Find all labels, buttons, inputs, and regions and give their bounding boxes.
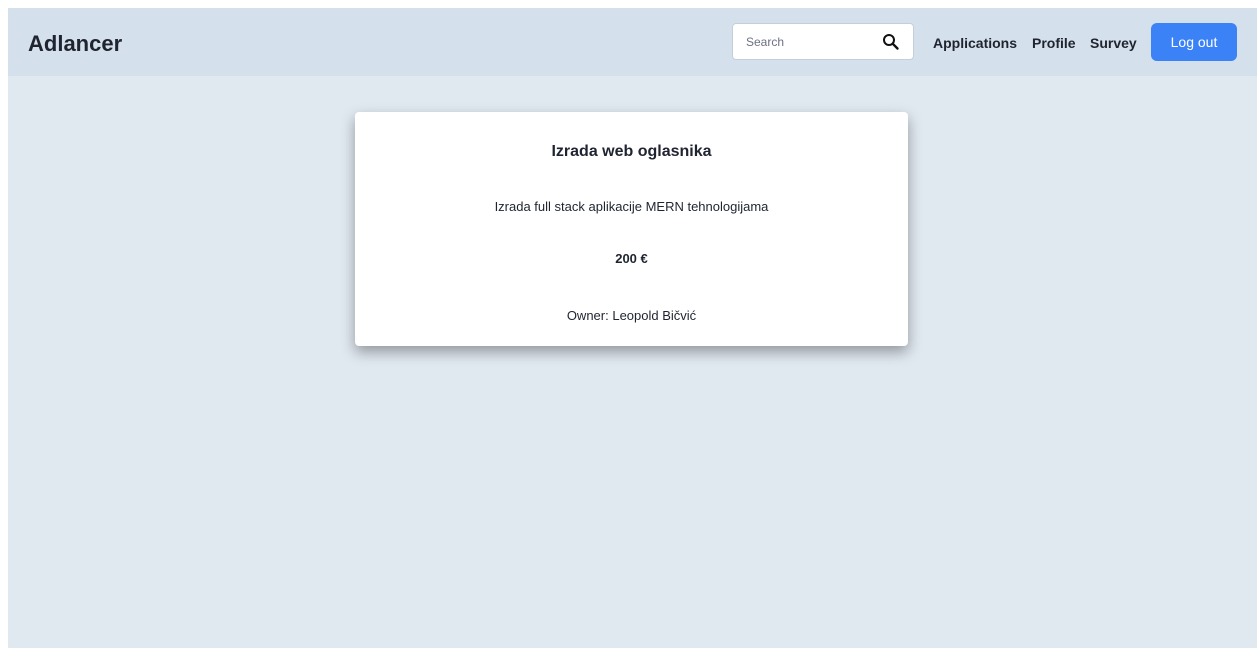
nav-link-applications[interactable]: Applications: [933, 34, 1017, 52]
ad-price: 200 €: [615, 251, 648, 266]
search-input[interactable]: [733, 24, 873, 59]
nav-link-profile[interactable]: Profile: [1032, 34, 1076, 52]
ad-title: Izrada web oglasnika: [551, 143, 712, 160]
app-container: Adlancer Applications Profile Survey Log…: [8, 8, 1257, 648]
navbar: Adlancer Applications Profile Survey Log…: [8, 8, 1257, 76]
nav-link-survey[interactable]: Survey: [1090, 34, 1137, 52]
owner-label: Owner:: [566, 308, 609, 323]
search-box[interactable]: [732, 23, 914, 60]
search-icon[interactable]: [882, 33, 900, 51]
ad-card[interactable]: Izrada web oglasnika Izrada full stack a…: [355, 112, 908, 346]
brand-logo[interactable]: Adlancer: [28, 30, 122, 58]
ad-owner: Owner: Leopold Bičvić: [355, 307, 908, 325]
logout-button[interactable]: Log out: [1151, 23, 1237, 61]
owner-name: Leopold Bičvić: [612, 308, 697, 323]
ad-description: Izrada full stack aplikacije MERN tehnol…: [494, 199, 769, 214]
